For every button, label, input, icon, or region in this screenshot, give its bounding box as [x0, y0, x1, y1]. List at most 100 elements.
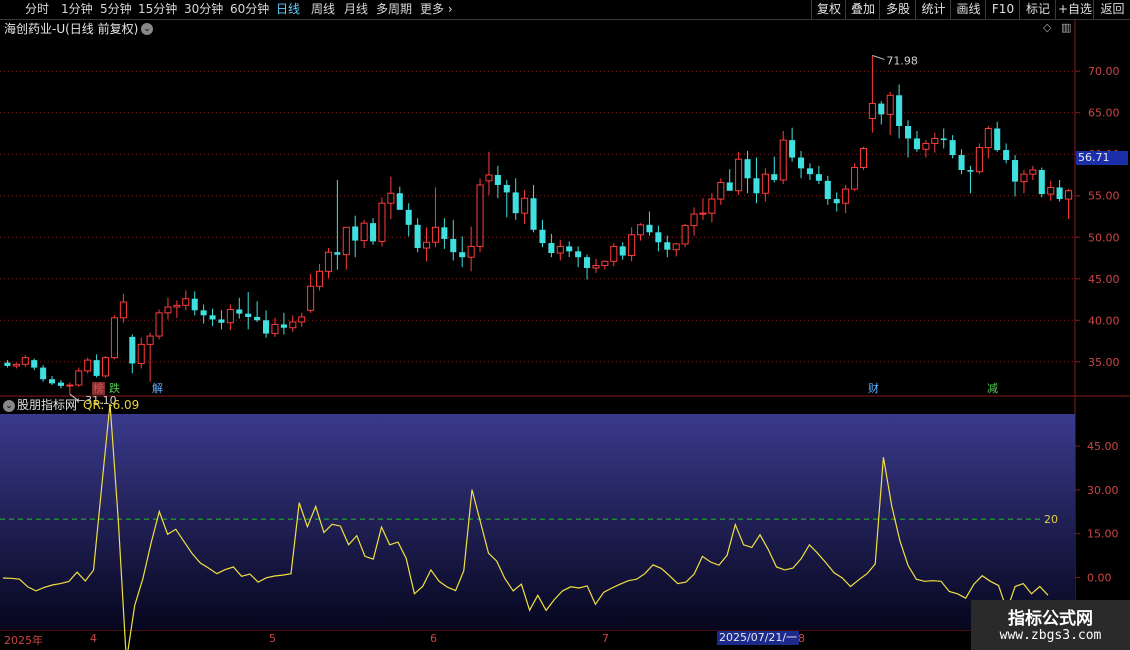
indicator-background	[0, 414, 1075, 630]
candle-body	[57, 382, 64, 386]
candle-body	[699, 212, 707, 215]
candle-body	[102, 357, 110, 377]
candle-body	[75, 370, 83, 386]
candle-body	[1012, 160, 1019, 182]
candle-body	[798, 157, 805, 169]
candle-body	[878, 103, 885, 115]
candle-body	[931, 137, 939, 144]
candle-body	[851, 167, 859, 190]
price-tick-label: 65.00	[1088, 107, 1120, 120]
event-badge[interactable]: 财	[867, 382, 880, 395]
candle-body	[378, 202, 386, 242]
candle-body	[40, 367, 47, 380]
price-tick-label: 40.00	[1088, 314, 1120, 327]
candle-body	[859, 147, 867, 169]
candle-body	[450, 238, 457, 253]
candle-body	[566, 246, 573, 252]
event-badge[interactable]: 跌	[108, 382, 121, 395]
candle-body	[592, 264, 600, 269]
candle-body	[307, 285, 315, 311]
time-axis-label: 7	[602, 632, 609, 645]
candle-body	[949, 140, 956, 156]
candle-body	[316, 270, 324, 287]
time-axis-label: 6	[430, 632, 437, 645]
candle-body	[868, 103, 876, 120]
candle-body	[226, 308, 234, 324]
price-tick-label: 70.00	[1088, 65, 1120, 78]
candle-body	[886, 94, 894, 115]
candle-body	[806, 168, 813, 175]
candle-body	[984, 127, 992, 149]
candle-body	[137, 343, 145, 364]
candle-body	[726, 182, 733, 191]
candle-body	[994, 128, 1001, 151]
candle-body	[1047, 186, 1055, 195]
watermark-url: www.zbgs3.com	[999, 628, 1102, 643]
candle-body	[940, 138, 947, 141]
candle-body	[21, 357, 29, 365]
indicator-title: 股朋指标网	[17, 398, 78, 412]
candle-body	[360, 222, 368, 242]
candle-body	[753, 178, 760, 194]
candle-body	[512, 192, 519, 214]
candle-body	[681, 225, 689, 245]
candle-body	[628, 234, 636, 257]
candle-body	[1056, 187, 1063, 200]
candle-body	[761, 173, 769, 194]
candle-body	[423, 241, 431, 249]
candle-body	[396, 193, 403, 210]
candle-body	[619, 246, 626, 256]
indicator-value: QR: -6.09	[83, 398, 140, 412]
candle-body	[842, 188, 850, 204]
candle-body	[913, 138, 920, 150]
candle-body	[779, 139, 787, 181]
candle-body	[405, 209, 412, 225]
candle-body	[539, 229, 546, 244]
candle-body	[503, 184, 510, 193]
candle-body	[958, 155, 965, 171]
candle-body	[575, 251, 582, 258]
time-axis-label: 2025年	[4, 634, 43, 647]
candle-body	[289, 321, 297, 329]
chevron-down-icon[interactable]: ⌄	[3, 400, 15, 412]
candle-body	[66, 384, 74, 387]
candle-body	[771, 174, 778, 180]
candle-body	[664, 242, 671, 250]
indicator-tick-label: 15.00	[1087, 528, 1119, 541]
candle-body	[342, 226, 350, 256]
candle-body	[254, 316, 261, 321]
price-tick-label: 50.00	[1088, 231, 1120, 244]
candle-body	[459, 252, 466, 258]
candle-body	[164, 306, 172, 314]
candle-body	[975, 147, 983, 173]
event-badge[interactable]: 减	[986, 382, 999, 395]
candle-body	[896, 95, 903, 127]
candle-body	[12, 363, 20, 367]
candle-body	[298, 316, 306, 323]
candle-body	[735, 158, 743, 192]
candle-body	[494, 174, 501, 185]
candle-body	[922, 142, 930, 150]
candle-body	[717, 181, 725, 200]
candle-body	[485, 174, 493, 182]
time-axis-label: 4	[90, 632, 97, 645]
candle-body	[548, 243, 555, 254]
time-axis-label: 5	[269, 632, 276, 645]
candle-body	[352, 226, 359, 241]
candle-body	[467, 245, 475, 258]
indicator-tick-label: 30.00	[1087, 484, 1119, 497]
candle-body	[155, 312, 163, 337]
event-badge[interactable]: 解	[151, 382, 164, 395]
candle-body	[93, 360, 100, 376]
candle-body	[245, 313, 252, 317]
time-axis-label: 8	[798, 632, 805, 645]
candle-body	[31, 360, 38, 368]
event-badge[interactable]: 榜	[92, 382, 105, 395]
candle-body	[84, 359, 92, 372]
candle-body	[521, 197, 529, 214]
candle-body	[129, 336, 136, 364]
price-tick-label: 55.00	[1088, 190, 1120, 203]
candle-body	[1020, 173, 1028, 183]
candle-body	[414, 224, 421, 249]
candle-body	[601, 260, 609, 266]
